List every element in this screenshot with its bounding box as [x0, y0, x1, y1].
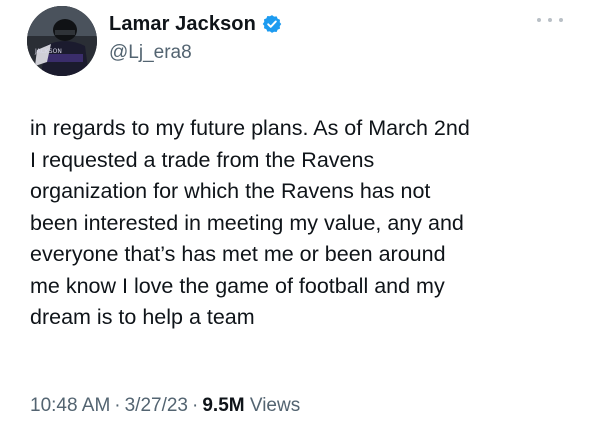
author-name-row: Lamar Jackson — [109, 10, 282, 38]
views-count[interactable]: 9.5M — [202, 395, 244, 416]
tweet-card: JACKSON Lamar Jackson @Lj_era8 in regard… — [0, 0, 595, 439]
views-label[interactable]: Views — [250, 395, 300, 416]
tweet-time[interactable]: 10:48 AM — [30, 395, 110, 416]
meta-separator: · — [192, 395, 199, 416]
tweet-date[interactable]: 3/27/23 — [125, 395, 188, 416]
jersey-text: JACKSON — [34, 48, 62, 55]
player-photo-avatar-icon: JACKSON — [27, 6, 97, 76]
author-handle[interactable]: @Lj_era8 — [109, 42, 192, 64]
avatar[interactable]: JACKSON — [27, 6, 97, 76]
tweet-text: in regards to my future plans. As of Mar… — [30, 116, 470, 329]
author-display-name[interactable]: Lamar Jackson — [109, 13, 256, 36]
dot — [537, 18, 541, 22]
verified-badge-icon — [262, 14, 282, 34]
meta-separator: · — [114, 395, 121, 416]
more-options-icon[interactable] — [537, 12, 563, 28]
tweet-meta: 10:48 AM · 3/27/23 · 9.5M Views — [30, 395, 300, 417]
dot — [548, 18, 552, 22]
dot — [559, 18, 563, 22]
